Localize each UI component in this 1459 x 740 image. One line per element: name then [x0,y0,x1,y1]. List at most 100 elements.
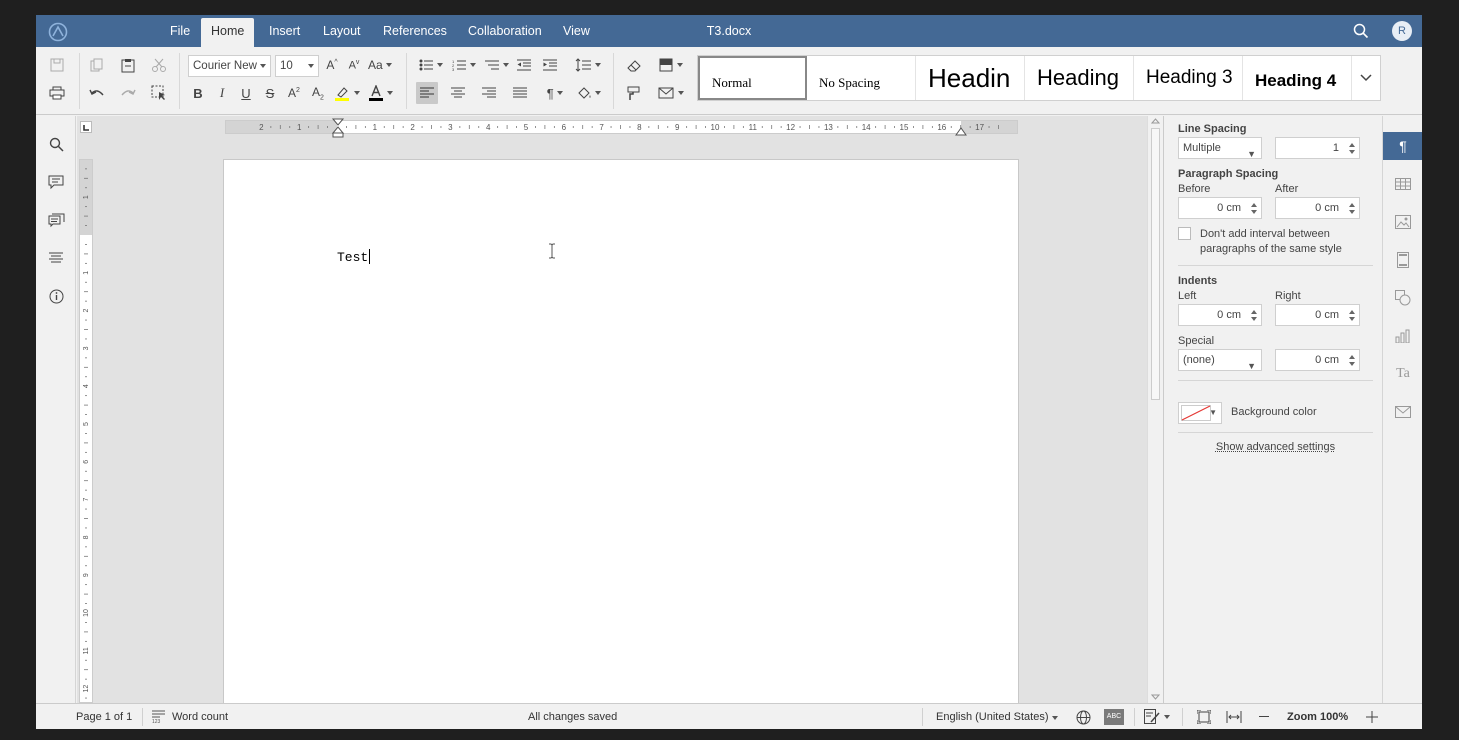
highlight-color-button[interactable] [332,82,362,104]
bullet-list-button[interactable] [416,54,446,76]
copy-style-button[interactable] [623,82,645,104]
spacing-before-input[interactable]: 0 cm [1178,197,1262,219]
strikethrough-button[interactable]: S [260,82,280,104]
tab-insert[interactable]: Insert [259,18,310,47]
style-no-spacing[interactable]: No Spacing [807,56,916,100]
multilevel-list-button[interactable] [482,54,512,76]
spin-down-icon[interactable] [1349,210,1355,214]
text-art-settings-button[interactable]: Ta [1383,360,1422,388]
tab-home[interactable]: Home [201,18,255,47]
italic-button[interactable]: I [212,82,232,104]
spell-check-button[interactable]: ABC [1104,709,1124,725]
zoom-out-button[interactable] [1259,716,1269,717]
spin-up-icon[interactable] [1349,355,1355,359]
table-settings-button[interactable] [1383,170,1422,198]
spin-up-icon[interactable] [1251,203,1257,207]
spin-up-icon[interactable] [1251,310,1257,314]
font-size-select[interactable]: 10 [275,55,319,77]
fit-width-icon[interactable] [1226,711,1242,723]
paragraph-settings-button[interactable]: ¶ [1383,132,1422,160]
justify-button[interactable] [509,82,531,104]
style-normal[interactable]: Normal [698,56,807,100]
zoom-in-button[interactable] [1366,711,1378,723]
select-all-button[interactable] [148,82,170,104]
indent-marker-icon[interactable] [332,118,344,138]
scroll-down-icon[interactable] [1151,694,1160,700]
track-changes-button[interactable] [1144,709,1170,725]
spin-up-icon[interactable] [1349,203,1355,207]
font-name-select[interactable]: Courier New [188,55,271,77]
decrease-indent-button[interactable] [513,54,535,76]
horizontal-ruler[interactable]: 2 1 1 2 3 4 5 6 7 8 9 10 11 12 13 14 15 16 17 [225,118,1018,138]
clear-style-button[interactable] [623,54,645,76]
spin-down-icon[interactable] [1349,362,1355,366]
chart-settings-button[interactable] [1383,322,1422,350]
word-count-button[interactable]: Word count [172,711,228,723]
line-spacing-mode-select[interactable]: Multiple ▼ [1178,137,1262,159]
background-color-button[interactable]: ▼ [1178,402,1222,424]
decrease-font-button[interactable]: Av [344,54,364,76]
spacing-after-input[interactable]: 0 cm [1275,197,1360,219]
header-footer-settings-button[interactable] [1383,246,1422,274]
align-center-button[interactable] [447,82,469,104]
document-text[interactable]: Test [337,249,371,265]
font-color-button[interactable] [366,82,396,104]
line-spacing-value-input[interactable]: 1 [1275,137,1360,159]
show-advanced-settings-link[interactable]: Show advanced settings [1178,441,1373,453]
line-spacing-button[interactable] [572,54,604,76]
undo-button[interactable] [86,82,108,104]
vertical-scrollbar[interactable] [1147,116,1163,703]
sidebar-chat-button[interactable] [46,210,66,230]
superscript-button[interactable]: A2 [284,82,304,104]
tab-collaboration[interactable]: Collaboration [458,18,552,47]
bold-button[interactable]: B [188,82,208,104]
subscript-button[interactable]: A2 [308,82,328,104]
redo-button[interactable] [117,82,139,104]
align-right-button[interactable] [478,82,500,104]
spin-down-icon[interactable] [1349,317,1355,321]
image-settings-button[interactable] [1383,208,1422,236]
globe-icon[interactable] [1076,710,1091,725]
sidebar-navigation-button[interactable] [46,248,66,268]
paste-button[interactable] [117,54,139,76]
sidebar-search-button[interactable] [46,134,66,154]
scrollbar-thumb[interactable] [1151,128,1160,400]
color-scheme-button[interactable] [655,54,687,76]
zoom-level[interactable]: Zoom 100% [1287,711,1348,723]
change-case-button[interactable]: Aa [366,54,394,76]
style-heading-3[interactable]: Heading 3 [1134,56,1243,100]
document-paragraph[interactable]: Test [337,250,368,265]
tab-references[interactable]: References [373,18,457,47]
style-heading-1[interactable]: Headin [916,56,1025,100]
shading-button[interactable] [573,82,605,104]
spin-up-icon[interactable] [1349,143,1355,147]
spin-down-icon[interactable] [1349,150,1355,154]
cut-button[interactable] [148,54,170,76]
scroll-up-icon[interactable] [1151,118,1160,124]
language-select[interactable]: English (United States) [936,711,1058,723]
nonprinting-characters-button[interactable]: ¶ [540,82,570,104]
style-heading-2[interactable]: Heading [1025,56,1134,100]
right-indent-marker-icon[interactable] [955,126,967,136]
spin-up-icon[interactable] [1349,310,1355,314]
document-page[interactable]: Test [223,159,1019,703]
document-workspace[interactable]: 2 1 1 2 3 4 5 6 7 8 9 10 11 12 13 14 15 16 17 1 1 2 3 4 5 6 7 8 9 10… [77,116,1147,703]
sidebar-about-button[interactable] [46,286,66,306]
search-icon[interactable] [1353,23,1369,39]
no-interval-checkbox[interactable] [1178,227,1191,240]
increase-indent-button[interactable] [539,54,561,76]
spin-down-icon[interactable] [1251,210,1257,214]
special-indent-select[interactable]: (none) ▼ [1178,349,1262,371]
tab-file[interactable]: File [160,18,200,47]
style-heading-4[interactable]: Heading 4 [1243,56,1352,100]
spin-down-icon[interactable] [1251,317,1257,321]
increase-font-button[interactable]: A^ [322,54,342,76]
underline-button[interactable]: U [236,82,256,104]
mail-merge-button[interactable] [655,82,687,104]
print-button[interactable] [46,82,68,104]
tab-stop-selector[interactable] [80,121,92,133]
indent-left-input[interactable]: 0 cm [1178,304,1262,326]
sidebar-comments-button[interactable] [46,172,66,192]
vertical-ruler[interactable]: 1 1 2 3 4 5 6 7 8 9 10 11 12 [79,159,93,703]
fit-page-icon[interactable] [1197,710,1211,724]
